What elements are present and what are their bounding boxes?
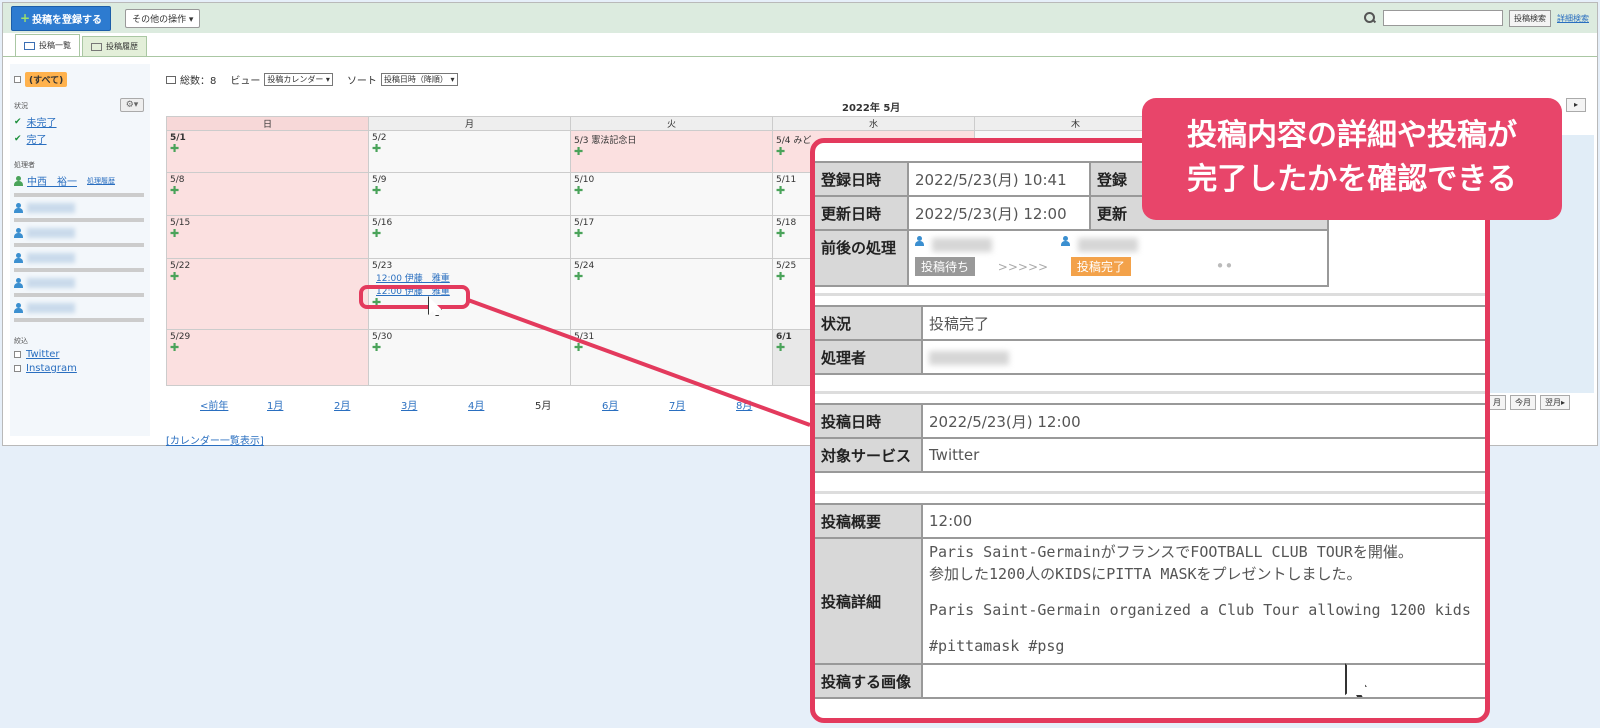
divider	[815, 491, 1485, 494]
callout-bubble: 投稿内容の詳細や投稿が 完了したかを確認できる	[1142, 98, 1562, 220]
summary-label: 投稿概要	[815, 503, 923, 539]
registered-label: 登録日時	[815, 161, 909, 197]
assignee-value	[921, 339, 1485, 375]
status-table: 状況 投稿完了 処理者	[815, 305, 1485, 375]
divider	[815, 293, 1485, 296]
flow-value: 投稿待ち >>>>> 投稿完了 ••	[907, 229, 1329, 287]
status-label: 状況	[815, 305, 923, 341]
blurred-name	[931, 237, 992, 252]
registered-value: 2022/5/23(月) 10:41	[907, 161, 1091, 197]
status-value: 投稿完了	[921, 305, 1485, 341]
user-icon	[915, 236, 927, 249]
content-table: 投稿概要 12:00 投稿詳細 Paris Saint-Germainがフランス…	[815, 503, 1485, 699]
post-datetime-value: 2022/5/23(月) 12:00	[921, 403, 1485, 439]
updated-label: 更新日時	[815, 195, 909, 231]
body-value: Paris Saint-GermainがフランスでFOOTBALL CLUB T…	[921, 537, 1485, 665]
blurred-name	[1078, 237, 1139, 252]
flow-next-badge: 投稿完了	[1070, 257, 1131, 276]
blurred-name	[929, 350, 1009, 365]
flow-prev-badge: 投稿待ち	[915, 257, 976, 276]
user-icon	[1061, 236, 1073, 249]
image-value	[921, 663, 1485, 699]
post-detail-panel: 登録日時 2022/5/23(月) 10:41 登録 更新日時 2022/5/2…	[810, 138, 1490, 723]
image-label: 投稿する画像	[815, 663, 923, 699]
flow-arrows: >>>>>	[997, 260, 1049, 274]
updated-value: 2022/5/23(月) 12:00	[907, 195, 1091, 231]
summary-value: 12:00	[921, 503, 1485, 539]
post-datetime-label: 投稿日時	[815, 403, 923, 439]
schedule-table: 投稿日時 2022/5/23(月) 12:00 対象サービス Twitter	[815, 403, 1485, 473]
service-label: 対象サービス	[815, 437, 923, 473]
service-value: Twitter	[921, 437, 1485, 473]
body-label: 投稿詳細	[815, 537, 923, 665]
flow-label: 前後の処理	[815, 229, 909, 287]
assignee-label: 処理者	[815, 339, 923, 375]
divider	[815, 391, 1485, 394]
